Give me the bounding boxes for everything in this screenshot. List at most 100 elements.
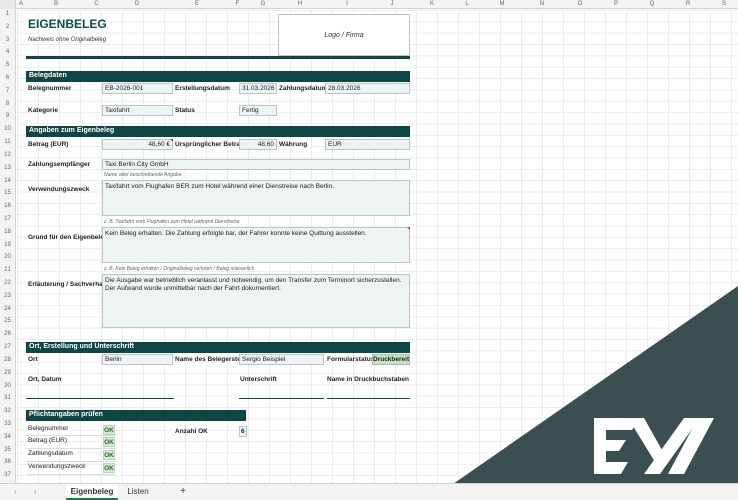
row-header-11[interactable]: 11	[0, 139, 15, 145]
status-ok-badge: OK	[103, 450, 115, 460]
column-header-r[interactable]: R	[670, 1, 706, 7]
column-header-j[interactable]: J	[372, 1, 412, 7]
column-header-c[interactable]: C	[86, 1, 107, 7]
prev-sheet-button[interactable]: ‹	[14, 484, 17, 499]
row-header-17[interactable]: 17	[0, 216, 15, 222]
kategorie-field[interactable]: Taxifahrt	[102, 105, 173, 116]
erstellungsdatum-field[interactable]: 31.03.2026	[239, 83, 277, 94]
page-subtitle: Nachweis ohne Originalbeleg	[28, 37, 107, 43]
grund-textarea[interactable]: Kein Beleg erhalten. Die Zahlung erfolgt…	[102, 227, 410, 263]
select-all-corner[interactable]	[0, 0, 16, 9]
section-belegdaten: Belegdaten	[26, 71, 410, 82]
column-header-s[interactable]: S	[706, 1, 738, 7]
row-header-24[interactable]: 24	[0, 306, 15, 312]
row-header-37[interactable]: 37	[0, 472, 15, 478]
row-header-15[interactable]: 15	[0, 190, 15, 196]
row-header-14[interactable]: 14	[0, 178, 15, 184]
status-ok-badge: OK	[103, 437, 115, 447]
row-header-28[interactable]: 28	[0, 357, 15, 363]
row-header-35[interactable]: 35	[0, 447, 15, 453]
row-header-8[interactable]: 8	[0, 101, 15, 107]
column-header-o[interactable]: O	[562, 1, 598, 7]
row-header-12[interactable]: 12	[0, 152, 15, 158]
zweck-textarea[interactable]: Taxifahrt vom Flughafen BER zum Hotel wä…	[102, 180, 410, 216]
row-header-10[interactable]: 10	[0, 126, 15, 132]
row-header-19[interactable]: 19	[0, 242, 15, 248]
row-header-23[interactable]: 23	[0, 293, 15, 299]
row-header-6[interactable]: 6	[0, 75, 15, 81]
row-header-16[interactable]: 16	[0, 203, 15, 209]
column-header-l[interactable]: L	[452, 1, 482, 7]
column-header-a[interactable]: A	[16, 1, 26, 7]
column-header-i[interactable]: I	[322, 1, 372, 7]
empfaenger-field[interactable]: Taxi Berlin City GmbH	[102, 159, 410, 170]
row-header-29[interactable]: 29	[0, 370, 15, 376]
belegersteller-label: Name des Belegerstel	[175, 356, 243, 363]
row-header-20[interactable]: 20	[0, 254, 15, 260]
row-header-9[interactable]: 9	[0, 113, 15, 119]
comment-marker[interactable]	[170, 139, 173, 142]
tab-listen[interactable]: Listen	[120, 484, 156, 500]
ursprung-field[interactable]: 48,60	[239, 139, 277, 150]
next-sheet-button[interactable]: ›	[34, 484, 37, 499]
row-header-31[interactable]: 31	[0, 395, 15, 401]
column-header-e[interactable]: E	[167, 1, 227, 7]
status-label: Status	[175, 107, 195, 114]
tab-eigenbeleg[interactable]: Eigenbeleg	[66, 484, 118, 500]
column-header-k[interactable]: K	[412, 1, 452, 7]
column-header-n[interactable]: N	[522, 1, 562, 7]
column-header-g[interactable]: G	[248, 1, 278, 7]
row-header-bar: 1 2 3 4 5 6 7 8 9 10 11 12 13 14 15 16 17 18 19 20 21 22 23 24 2…	[0, 9, 16, 483]
pflicht-row: Belegnummer OK	[26, 424, 116, 436]
row-header-25[interactable]: 25	[0, 318, 15, 324]
sheet-tab-bar: ‹ › Eigenbeleg Listen +	[0, 483, 738, 500]
formularstatus-badge: Druckbereit	[372, 354, 410, 365]
zahlungsdatum-field[interactable]: 28.03.2026	[325, 83, 410, 94]
betrag-label: Betrag (EUR)	[28, 141, 69, 148]
row-header-18[interactable]: 18	[0, 229, 15, 235]
zahlungsdatum-label: Zahlungsdatum	[279, 85, 328, 92]
waehrung-field[interactable]: EUR	[325, 139, 410, 150]
row-header-3[interactable]: 3	[0, 37, 15, 43]
status-field[interactable]: Fertig	[239, 105, 277, 116]
row-header-2[interactable]: 2	[0, 24, 15, 30]
ort-field[interactable]: Berlin	[102, 354, 173, 365]
formularstatus-label: Formularstatus	[327, 356, 375, 363]
row-header-36[interactable]: 36	[0, 459, 15, 465]
row-header-21[interactable]: 21	[0, 267, 15, 273]
row-header-30[interactable]: 30	[0, 383, 15, 389]
add-sheet-button[interactable]: +	[176, 484, 190, 500]
empfaenger-hint: Name oder beschreibende Angabe	[104, 172, 182, 178]
row-header-26[interactable]: 26	[0, 331, 15, 337]
logo-placeholder-text: Logo / Firma	[324, 32, 364, 39]
row-header-1[interactable]: 1	[0, 11, 15, 17]
belegersteller-field[interactable]: Sergio Beispiel	[239, 354, 324, 365]
pflicht-row: Zahlungsdatum OK	[26, 449, 116, 462]
row-header-7[interactable]: 7	[0, 88, 15, 94]
column-header-m[interactable]: M	[482, 1, 522, 7]
erlaeuterung-textarea[interactable]: Die Ausgabe war betrieblich veranlasst u…	[102, 274, 410, 328]
pflicht-list: Belegnummer OK Betrag (EUR) OK Zahlungsd…	[26, 424, 116, 475]
comment-marker[interactable]	[407, 227, 410, 230]
column-header-d[interactable]: D	[107, 1, 167, 7]
logo-box[interactable]: Logo / Firma	[278, 14, 410, 56]
column-header-q[interactable]: Q	[634, 1, 670, 7]
row-header-22[interactable]: 22	[0, 280, 15, 286]
column-header-b[interactable]: B	[26, 1, 86, 7]
column-header-f[interactable]: F	[227, 1, 248, 7]
belegnummer-field[interactable]: EB-2026-001	[102, 83, 173, 94]
row-header-32[interactable]: 32	[0, 408, 15, 414]
belegnummer-label: Belegnummer	[28, 85, 72, 92]
betrag-field[interactable]: 48,60 €	[102, 139, 173, 150]
row-header-27[interactable]: 27	[0, 344, 15, 350]
row-header-4[interactable]: 4	[0, 49, 15, 55]
anzahl-ok-value[interactable]: 6	[239, 426, 247, 437]
row-header-5[interactable]: 5	[0, 62, 15, 68]
column-header-p[interactable]: P	[598, 1, 634, 7]
row-header-13[interactable]: 13	[0, 165, 15, 171]
column-header-h[interactable]: H	[278, 1, 322, 7]
ort-datum-label: Ort, Datum	[28, 376, 62, 383]
row-header-34[interactable]: 34	[0, 434, 15, 440]
row-header-33[interactable]: 33	[0, 421, 15, 427]
unterschrift-signature-line	[239, 398, 324, 399]
